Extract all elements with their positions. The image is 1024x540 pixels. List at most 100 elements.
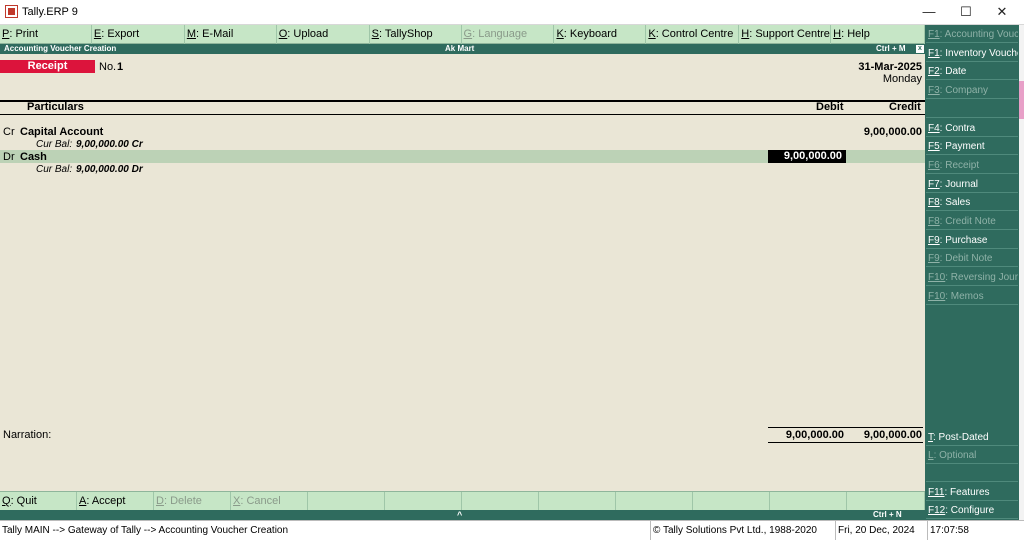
entry-credit[interactable]: 9,00,000.00 — [864, 126, 922, 138]
button-label: : Purchase — [939, 234, 988, 246]
side-button-receipt[interactable]: F6: Receipt — [926, 156, 1018, 174]
bottom-button-accept[interactable]: A: Accept — [77, 492, 154, 510]
hotkey-letter: O — [278, 28, 288, 40]
right-button-panel: F1: Accounting VouchersF1: Inventory Vou… — [925, 25, 1019, 520]
side-button-contra[interactable]: F4: Contra — [926, 119, 1018, 137]
side-button-configure[interactable]: F12: Configure — [926, 501, 1018, 519]
bottom-button-empty — [539, 492, 616, 510]
col-particulars: Particulars — [27, 101, 84, 113]
side-button-date[interactable]: F2: Date — [926, 63, 1018, 81]
screen-header-strip: Accounting Voucher Creation Ak Mart Ctrl… — [0, 44, 925, 54]
button-label: : Credit Note — [939, 216, 996, 227]
top-button-export[interactable]: E: Export — [92, 25, 185, 44]
button-label: : Control Centre — [655, 28, 734, 40]
button-label: : TallyShop — [378, 28, 433, 40]
close-window-button[interactable]: ✕ — [984, 0, 1020, 25]
button-label: : Support Centre — [749, 28, 830, 40]
column-header-bottom-rule — [0, 114, 925, 115]
company-name: Ak Mart — [445, 44, 475, 53]
totals-top-rule — [768, 427, 923, 428]
side-button-memos[interactable]: F10: Memos — [926, 287, 1018, 305]
side-button-accounting-vouchers[interactable]: F1: Accounting Vouchers — [926, 26, 1018, 43]
hotkey-letter: F9 — [928, 234, 940, 246]
side-button-company[interactable]: F3: Company — [926, 82, 1018, 100]
hotkey-letter: F9 — [928, 253, 940, 265]
entry-ledger[interactable]: Capital Account — [20, 126, 103, 138]
top-button-upload[interactable]: O: Upload — [277, 25, 370, 44]
entry-drcr[interactable]: Dr — [3, 151, 15, 163]
bottom-button-delete[interactable]: D: Delete — [154, 492, 231, 510]
top-button-help[interactable]: H: Help — [831, 25, 926, 44]
top-button-e-mail[interactable]: M: E-Mail — [185, 25, 277, 44]
button-label: : Export — [101, 28, 140, 40]
status-bar: Tally MAIN --> Gateway of Tally --> Acco… — [0, 520, 1024, 540]
side-button-credit-note[interactable]: F8: Credit Note — [926, 213, 1018, 230]
hotkey-letter: F10 — [928, 290, 946, 302]
cur-bal-value: 9,00,000.00 Cr — [76, 139, 143, 150]
top-button-print[interactable]: P: Print — [0, 25, 92, 44]
side-button-journal[interactable]: F7: Journal — [926, 175, 1018, 193]
button-label: : Journal — [939, 178, 979, 190]
hotkey-letter: F3 — [928, 85, 940, 97]
button-label: : Reversing Journal — [945, 272, 1018, 284]
hotkey-letter: S — [371, 28, 379, 40]
voucher-no-value[interactable]: 1 — [117, 61, 123, 73]
side-button-debit-note[interactable]: F9: Debit Note — [926, 250, 1018, 268]
narration-label[interactable]: Narration: — [3, 429, 51, 441]
side-button-payment[interactable]: F5: Payment — [926, 138, 1018, 156]
hotkey-letter: Q — [2, 495, 11, 507]
button-label: : Language — [472, 28, 528, 40]
breadcrumb-path: Tally MAIN --> Gateway of Tally --> Acco… — [2, 525, 289, 536]
hotkey-letter: G — [463, 28, 473, 40]
button-label: : Help — [841, 28, 870, 40]
voucher-entry-area: Receipt No. 1 31-Mar-2025 Monday Particu… — [0, 54, 925, 491]
top-button-keyboard[interactable]: K: Keyboard — [554, 25, 647, 44]
top-button-control-centre[interactable]: K: Control Centre — [646, 25, 740, 44]
hotkey-letter: F5 — [928, 141, 940, 153]
top-button-support-centre[interactable]: H: Support Centre — [739, 25, 832, 44]
hotkey-letter: F12 — [928, 504, 946, 516]
hotkey-letter: M — [186, 28, 196, 40]
entry-ledger[interactable]: Cash — [20, 151, 47, 163]
side-button-features[interactable]: F11: Features — [926, 483, 1018, 501]
close-screen-icon[interactable]: x — [916, 45, 924, 53]
side-button-empty — [926, 465, 1018, 483]
tally-app-icon — [5, 5, 18, 18]
cur-bal-label: Cur Bal: — [36, 139, 73, 150]
column-header-top-rule — [0, 100, 925, 102]
button-label: : Configure — [945, 504, 995, 516]
entry-debit-input[interactable]: 9,00,000.00 — [768, 150, 846, 163]
total-credit: 9,00,000.00 — [863, 429, 922, 441]
bottom-strip: ^ Ctrl + N — [0, 510, 925, 520]
scroll-marker — [1019, 81, 1024, 119]
bottom-button-empty — [770, 492, 847, 510]
side-button-reversing-journal[interactable]: F10: Reversing Journal — [926, 269, 1018, 287]
bottom-button-empty — [308, 492, 385, 510]
top-button-language[interactable]: G: Language — [462, 25, 555, 44]
side-button-inventory-vouchers[interactable]: F1: Inventory Vouchers — [926, 44, 1018, 62]
side-button-optional[interactable]: L: Optional — [926, 447, 1018, 465]
button-label: : Accounting Vouchers — [939, 29, 1018, 40]
button-label: : Quit — [10, 495, 37, 507]
bottom-shortcut: Ctrl + N — [873, 510, 902, 519]
scroll-up-icon[interactable]: ^ — [457, 510, 462, 520]
voucher-type-label[interactable]: Receipt — [0, 60, 95, 73]
side-button-purchase[interactable]: F9: Purchase — [926, 231, 1018, 249]
side-button-sales[interactable]: F8: Sales — [926, 194, 1018, 212]
copyright: © Tally Solutions Pvt Ltd., 1988-2020 — [650, 521, 835, 540]
bottom-button-cancel[interactable]: X: Cancel — [231, 492, 308, 510]
voucher-date[interactable]: 31-Mar-2025 — [858, 61, 922, 73]
bottom-button-empty — [462, 492, 539, 510]
bottom-button-quit[interactable]: Q: Quit — [0, 492, 77, 510]
side-button-post-dated[interactable]: T: Post-Dated — [926, 429, 1018, 446]
entry-drcr[interactable]: Cr — [3, 126, 15, 138]
hotkey-letter: F6 — [928, 159, 940, 171]
button-label: : Optional — [933, 450, 977, 462]
maximize-button[interactable]: ☐ — [948, 0, 984, 25]
button-label: : Post-Dated — [933, 432, 989, 443]
hotkey-letter: D — [156, 495, 164, 507]
hotkey-letter: H — [741, 28, 750, 40]
top-button-tallyshop[interactable]: S: TallyShop — [370, 25, 462, 44]
button-label: : Cancel — [240, 495, 281, 507]
minimize-button[interactable]: — — [911, 0, 947, 25]
